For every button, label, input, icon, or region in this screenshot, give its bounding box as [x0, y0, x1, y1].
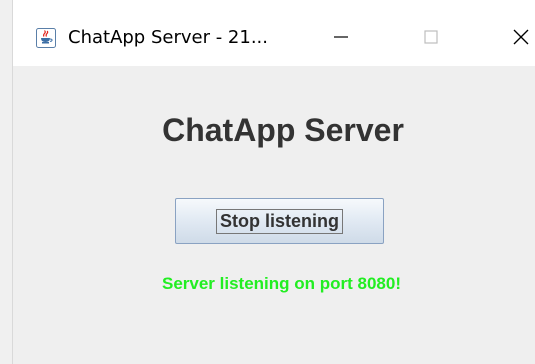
minimize-button[interactable] [296, 14, 386, 64]
window-title: ChatApp Server - 21... [68, 27, 268, 48]
server-window: ChatApp Server - 21... ChatApp Server St… [0, 0, 535, 364]
status-message: Server listening on port 8080! [161, 274, 401, 293]
background-window-edge [0, 0, 13, 364]
minimize-icon [332, 28, 350, 51]
title-bar[interactable]: ChatApp Server - 21... [13, 6, 535, 66]
stop-listening-label: Stop listening [216, 208, 343, 234]
java-cup-icon[interactable] [36, 28, 56, 48]
stop-listening-button[interactable]: Stop listening [175, 198, 384, 244]
page-title: ChatApp Server [162, 112, 404, 148]
close-icon [511, 27, 531, 52]
close-button[interactable] [476, 14, 535, 64]
content-pane: ChatApp Server Stop listening Server lis… [13, 66, 535, 364]
maximize-icon [422, 28, 440, 51]
maximize-button[interactable] [386, 14, 476, 64]
